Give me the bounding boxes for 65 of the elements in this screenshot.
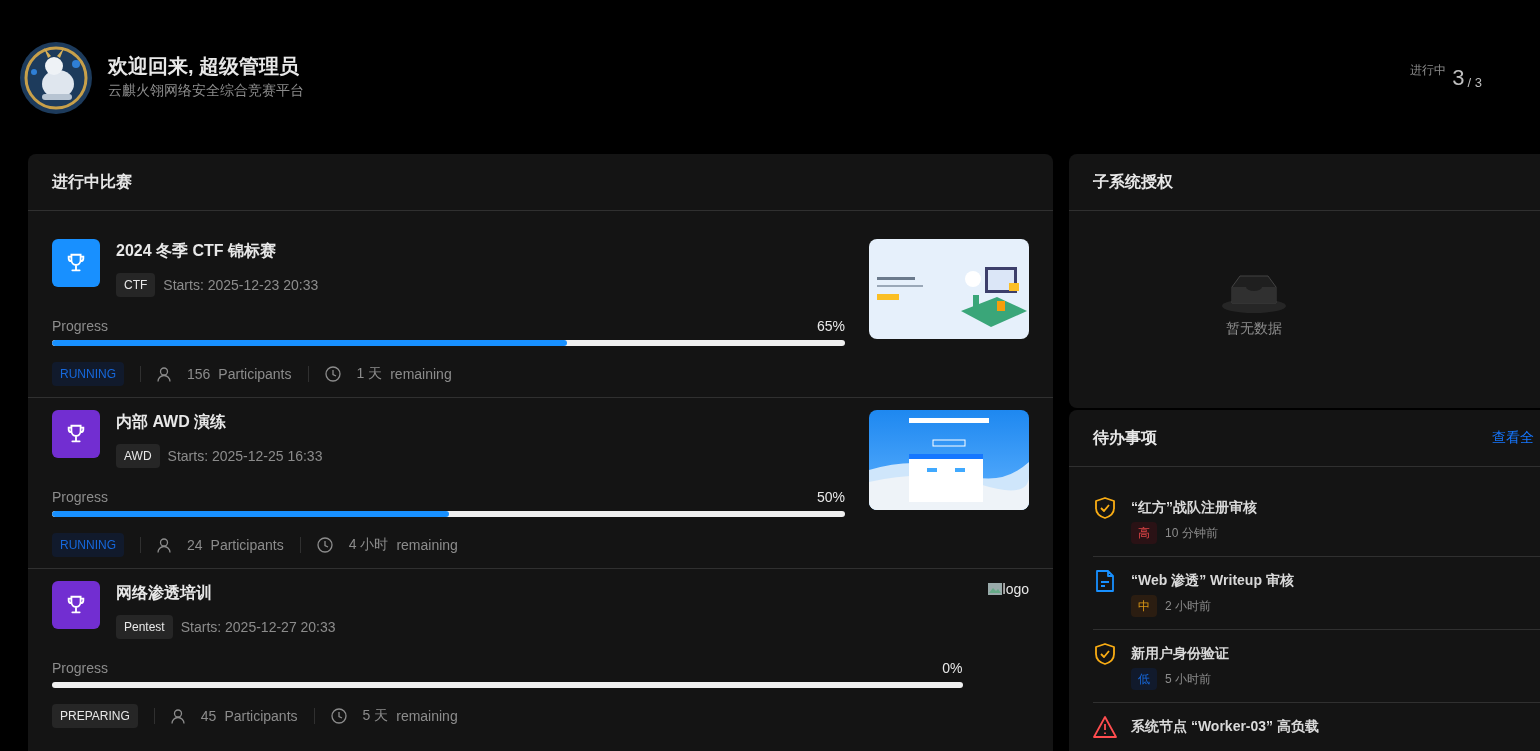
remaining-label: remaining — [390, 366, 452, 382]
empty-inbox-icon — [1222, 273, 1286, 314]
shield-check-icon — [1093, 642, 1117, 666]
remaining-time: 4 小时 — [348, 536, 389, 554]
warning-icon — [1093, 715, 1117, 739]
view-all-link[interactable]: 查看全 — [1492, 429, 1534, 447]
todo-time: 2 小时前 — [1165, 597, 1211, 615]
type-tag: CTF — [116, 273, 156, 297]
card-title: 子系统授权 — [1093, 171, 1173, 192]
clock-icon — [330, 708, 347, 724]
participant-count: 156 — [187, 366, 211, 382]
progress-label: Progress — [52, 317, 109, 336]
user-icon — [157, 537, 171, 553]
competition-title[interactable]: 网络渗透培训 — [116, 581, 336, 605]
status-tag: RUNNING — [52, 362, 124, 386]
start-time: Starts: 2025-12-23 20:33 — [163, 277, 319, 293]
clock-icon — [316, 537, 333, 553]
platform-subtitle: 云麒火翎网络安全综合竞赛平台 — [108, 82, 304, 100]
todo-title: “红方”战队注册审核 — [1131, 498, 1257, 517]
user-icon — [157, 366, 171, 382]
start-time: Starts: 2025-12-27 20:33 — [180, 619, 336, 635]
shield-check-icon — [1093, 496, 1117, 520]
stat-label: 进行中 — [1410, 62, 1447, 79]
status-tag: PREPARING — [52, 704, 138, 728]
progress-percent: 50% — [816, 488, 845, 507]
user-icon — [170, 708, 185, 724]
participants-label: Participants — [218, 366, 292, 382]
participants-label: Participants — [210, 537, 284, 553]
type-tag: AWD — [116, 444, 160, 468]
todo-title: “Web 渗透” Writeup 审核 — [1131, 571, 1294, 590]
stat-value: 3 — [1452, 64, 1465, 92]
progress-percent: 65% — [816, 317, 845, 336]
broken-image: logo — [986, 581, 1029, 597]
stat-total: / 3 — [1467, 74, 1482, 90]
card-title: 进行中比赛 — [52, 171, 132, 192]
remaining-time: 5 天 — [362, 707, 389, 725]
competition-title[interactable]: 内部 AWD 演练 — [116, 410, 323, 434]
progress-label: Progress — [52, 488, 109, 507]
welcome-title: 欢迎回来, 超级管理员 — [108, 54, 301, 79]
progress-percent: 0% — [942, 659, 963, 678]
remaining-time: 1 天 — [356, 365, 383, 383]
todo-time: 10 分钟前 — [1165, 524, 1218, 542]
start-time: Starts: 2025-12-25 16:33 — [167, 448, 323, 464]
priority-tag: 中 — [1131, 595, 1157, 617]
progress-label: Progress — [52, 659, 109, 678]
type-tag: Pentest — [116, 615, 173, 639]
empty-text: 暂无数据 — [1226, 320, 1282, 338]
remaining-label: remaining — [396, 708, 458, 724]
competition-title[interactable]: 2024 冬季 CTF 锦标赛 — [116, 239, 319, 263]
trophy-icon — [65, 252, 87, 274]
participant-count: 24 — [187, 537, 203, 553]
todo-time: 5 小时前 — [1165, 670, 1211, 688]
trophy-icon — [65, 423, 87, 445]
todo-title: 新用户身份验证 — [1131, 644, 1229, 663]
priority-tag: 低 — [1131, 668, 1157, 690]
participants-label: Participants — [224, 708, 298, 724]
card-title: 待办事项 — [1093, 427, 1157, 448]
todo-title: 系统节点 “Worker-03” 高负载 — [1131, 717, 1319, 736]
document-icon — [1093, 569, 1117, 593]
remaining-label: remaining — [396, 537, 458, 553]
priority-tag: 高 — [1131, 522, 1157, 544]
status-tag: RUNNING — [52, 533, 124, 557]
trophy-icon — [65, 594, 87, 616]
clock-icon — [324, 366, 341, 382]
participant-count: 45 — [200, 708, 217, 724]
